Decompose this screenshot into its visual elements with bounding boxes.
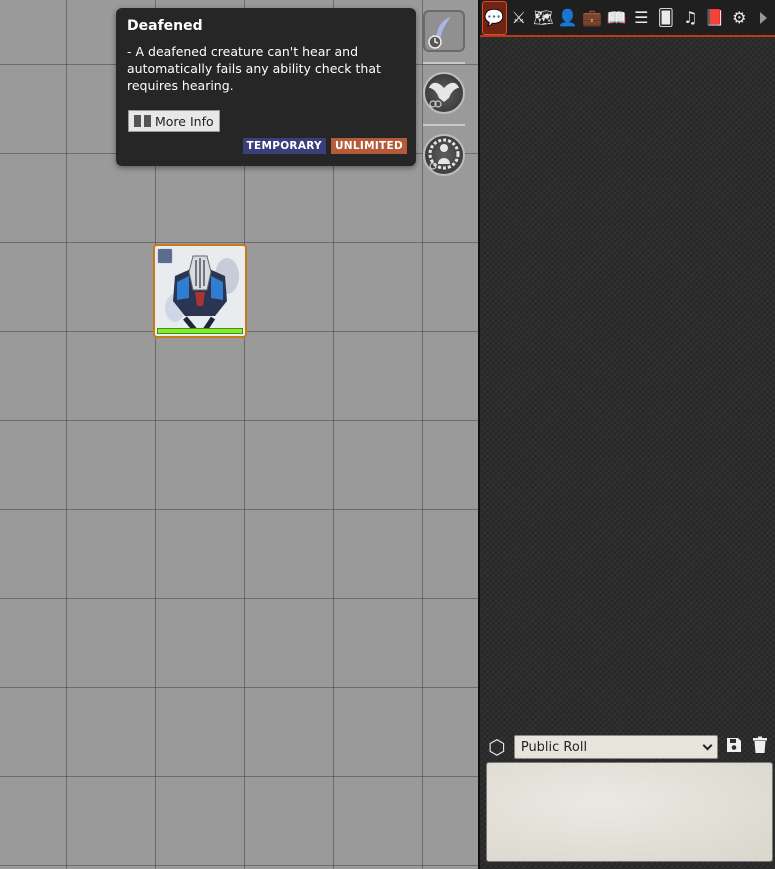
wings-effect-icon[interactable] xyxy=(423,72,465,114)
roll-mode-value: Public Roll xyxy=(520,739,588,755)
more-info-button[interactable]: More Info xyxy=(128,110,220,132)
figure-aura-icon xyxy=(428,138,460,170)
figure-aura-effect-icon[interactable] xyxy=(423,134,465,176)
music-icon: ♫ xyxy=(683,8,698,27)
deafened-status-icon xyxy=(157,248,173,264)
save-icon[interactable] xyxy=(724,736,744,759)
trash-icon[interactable] xyxy=(750,736,770,759)
d20-icon[interactable]: ⬡ xyxy=(486,735,508,759)
feather-icon xyxy=(428,17,451,49)
book-open-icon: 📖 xyxy=(606,8,627,27)
tab-chat[interactable]: 💬 xyxy=(482,0,507,35)
roll-mode-select[interactable]: Public Roll xyxy=(513,735,719,759)
unlimited-badge: UNLIMITED xyxy=(330,138,407,154)
chevron-down-icon xyxy=(702,740,713,750)
suitcase-icon: 💼 xyxy=(582,8,603,27)
book-icon xyxy=(134,115,151,127)
effect-divider xyxy=(423,62,465,64)
combat-icon: ⚔ xyxy=(511,8,526,27)
deafened-effect-icon[interactable] xyxy=(423,10,465,52)
gears-icon: ⚙ xyxy=(732,8,747,27)
tab-settings[interactable]: ⚙ xyxy=(727,1,752,35)
cards-icon: 🂠 xyxy=(657,8,674,27)
tab-scenes[interactable]: 🗺 xyxy=(531,1,556,35)
tooltip-badges: TEMPORARY UNLIMITED xyxy=(242,138,407,154)
effect-divider xyxy=(423,124,465,126)
tooltip-title: Deafened xyxy=(127,18,203,34)
tab-actors[interactable]: 👤 xyxy=(556,1,581,35)
table-icon: ☰ xyxy=(634,8,649,27)
tab-journal[interactable]: 📖 xyxy=(605,1,630,35)
collapse-sidebar-icon[interactable] xyxy=(759,11,767,24)
roll-controls: ⬡ Public Roll xyxy=(486,734,770,760)
atlas-icon: 📕 xyxy=(704,8,725,27)
wings-icon xyxy=(429,82,459,108)
tab-cards[interactable]: 🂠 xyxy=(654,1,679,35)
temporary-badge: TEMPORARY xyxy=(242,138,326,154)
chat-icon: 💬 xyxy=(484,8,505,27)
user-icon: 👤 xyxy=(557,8,578,27)
sidebar: 💬 ⚔ 🗺 👤 💼 📖 ☰ 🂠 ♫ 📕 ⚙ ⬡ Public Roll xyxy=(478,0,775,869)
tab-compendium[interactable]: 📕 xyxy=(703,1,728,35)
tab-playlists[interactable]: ♫ xyxy=(678,1,703,35)
chat-message-input[interactable] xyxy=(486,762,773,862)
tab-items[interactable]: 💼 xyxy=(580,1,605,35)
more-info-label: More Info xyxy=(155,113,214,129)
tab-combat[interactable]: ⚔ xyxy=(507,1,532,35)
token-hp-bar xyxy=(157,328,243,334)
sidebar-tabs: 💬 ⚔ 🗺 👤 💼 📖 ☰ 🂠 ♫ 📕 ⚙ xyxy=(480,0,775,37)
tooltip-description: - A deafened creature can't hear and aut… xyxy=(127,44,381,93)
tab-tables[interactable]: ☰ xyxy=(629,1,654,35)
armored-creature-token[interactable] xyxy=(153,244,247,338)
map-icon: 🗺 xyxy=(533,8,554,27)
effect-tooltip: Deafened - A deafened creature can't hea… xyxy=(116,8,416,166)
